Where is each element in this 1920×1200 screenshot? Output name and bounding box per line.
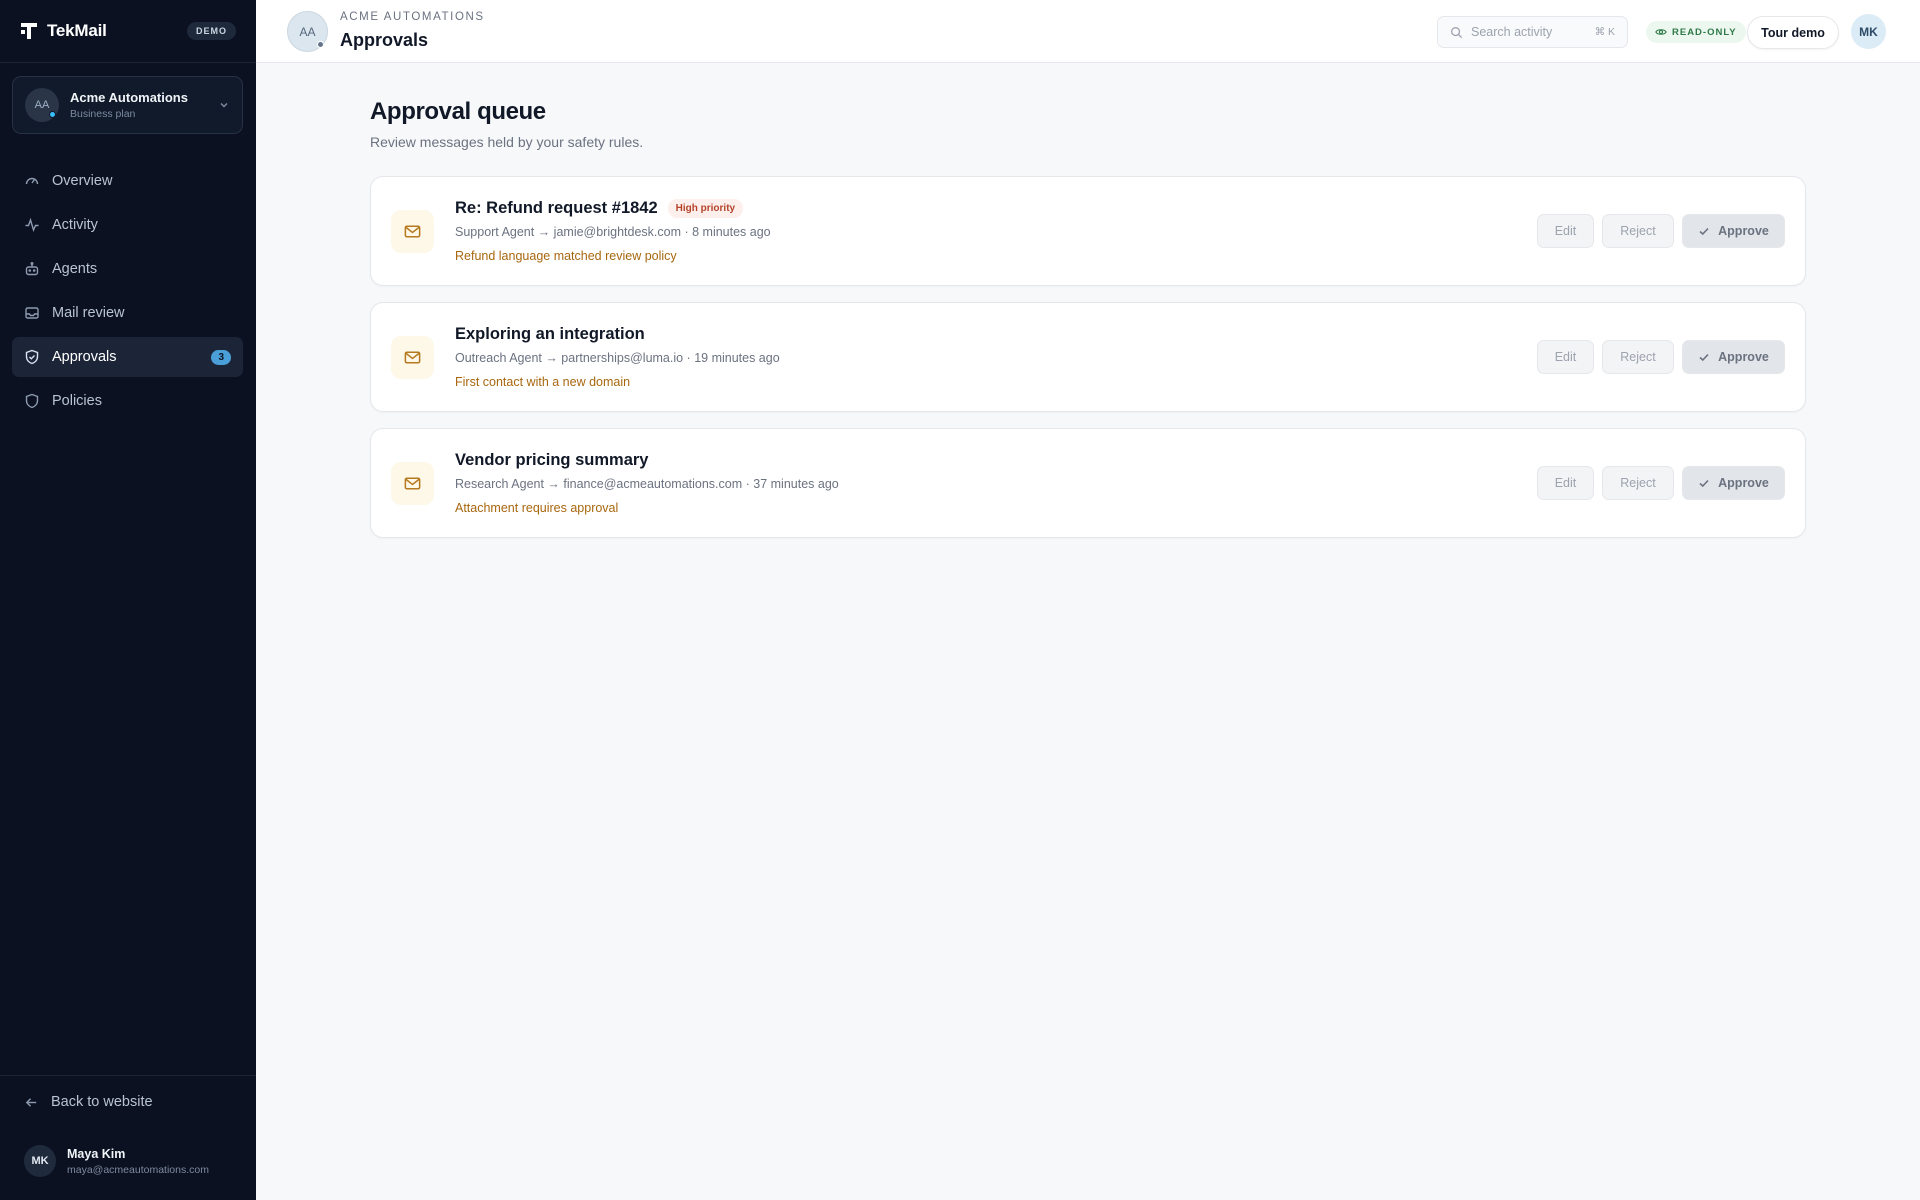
user-profile[interactable]: MK Maya Kim maya@acmeautomations.com	[24, 1145, 209, 1177]
approval-card: Vendor pricing summary Research Agent → …	[370, 428, 1806, 538]
message-meta: Support Agent → jamie@brightdesk.com · 8…	[455, 225, 771, 239]
workspace-plan: Business plan	[70, 108, 136, 120]
sidebar-item-label: Approvals	[52, 349, 117, 365]
hold-reason: Attachment requires approval	[455, 501, 619, 515]
mail-icon	[404, 477, 421, 490]
approve-label: Approve	[1718, 350, 1769, 364]
read-only-badge: READ-ONLY	[1646, 21, 1746, 43]
user-name: Maya Kim	[67, 1146, 126, 1161]
sidebar-nav: Overview Activity Agents Mail review App…	[12, 161, 243, 425]
message-subject: Re: Refund request #1842	[455, 199, 658, 217]
approve-label: Approve	[1718, 476, 1769, 490]
reject-button[interactable]: Reject	[1602, 340, 1674, 374]
sidebar-item-mail-review[interactable]: Mail review	[12, 293, 243, 333]
approve-label: Approve	[1718, 224, 1769, 238]
approve-button[interactable]: Approve	[1682, 466, 1785, 500]
approval-queue: Re: Refund request #1842 High priority S…	[370, 176, 1806, 554]
workspace-name: Acme Automations	[70, 90, 188, 105]
org-label: ACME AUTOMATIONS	[340, 11, 485, 23]
message-subject: Exploring an integration	[455, 325, 645, 343]
workspace-avatar: AA	[25, 88, 59, 122]
search-placeholder: Search activity	[1471, 25, 1553, 39]
brand: TekMail DEMO	[0, 0, 256, 63]
hold-reason: Refund language matched review policy	[455, 249, 677, 263]
page-title: Approvals	[340, 30, 429, 50]
mail-icon-tile	[391, 210, 434, 253]
check-icon	[1699, 227, 1709, 236]
back-to-website-link[interactable]: Back to website	[24, 1094, 153, 1110]
sidebar-item-label: Mail review	[52, 305, 125, 321]
topbar: AA ACME AUTOMATIONS Approvals Search act…	[256, 0, 1920, 63]
search-icon	[1451, 26, 1463, 38]
check-icon	[1699, 479, 1709, 488]
shield-icon	[25, 393, 39, 409]
activity-icon	[25, 217, 39, 233]
inbox-icon	[25, 307, 39, 319]
mail-icon-tile	[391, 336, 434, 379]
reject-button[interactable]: Reject	[1602, 466, 1674, 500]
workspace-initials: AA	[34, 99, 50, 111]
sidebar-item-overview[interactable]: Overview	[12, 161, 243, 201]
workspace-status-dot	[49, 111, 56, 118]
approve-button[interactable]: Approve	[1682, 214, 1785, 248]
edit-button[interactable]: Edit	[1537, 214, 1594, 248]
arrow-left-icon	[25, 1097, 37, 1107]
hold-reason: First contact with a new domain	[455, 375, 631, 389]
eye-icon	[1655, 29, 1667, 35]
sidebar-item-label: Policies	[52, 393, 102, 409]
message-meta: Outreach Agent → partnerships@luma.io · …	[455, 351, 780, 365]
sidebar-item-agents[interactable]: Agents	[12, 249, 243, 289]
sidebar-item-approvals[interactable]: Approvals 3	[12, 337, 243, 377]
queue-header: Approval queue Review messages held by y…	[370, 98, 643, 150]
priority-badge: High priority	[667, 199, 744, 218]
read-only-label: READ-ONLY	[1672, 26, 1737, 38]
bot-icon	[25, 262, 39, 276]
edit-button[interactable]: Edit	[1537, 340, 1594, 374]
chevron-down-icon	[220, 102, 228, 108]
brand-name: TekMail	[47, 21, 107, 40]
mail-icon	[404, 225, 421, 238]
sidebar-item-label: Agents	[52, 261, 98, 277]
sidebar: TekMail DEMO AA Acme Automations Busines…	[0, 0, 256, 1200]
approvals-count-badge: 3	[211, 349, 231, 365]
edit-button[interactable]: Edit	[1537, 466, 1594, 500]
user-email: maya@acmeautomations.com	[67, 1163, 209, 1176]
message-meta: Research Agent → finance@acmeautomations…	[455, 477, 839, 491]
check-icon	[1699, 353, 1709, 362]
queue-title: Approval queue	[370, 98, 546, 125]
demo-badge: DEMO	[187, 22, 236, 40]
tekmail-logo-icon	[21, 23, 37, 39]
queue-subtitle: Review messages held by your safety rule…	[370, 134, 644, 150]
sidebar-item-activity[interactable]: Activity	[12, 205, 243, 245]
avatar: MK	[24, 1145, 56, 1177]
sidebar-item-label: Overview	[52, 173, 113, 189]
approve-button[interactable]: Approve	[1682, 340, 1785, 374]
gauge-icon	[25, 177, 39, 185]
tour-demo-button[interactable]: Tour demo	[1747, 16, 1839, 49]
avatar[interactable]: MK	[1851, 14, 1886, 49]
sidebar-footer: Back to website MK Maya Kim maya@acmeaut…	[0, 1075, 256, 1200]
sidebar-item-policies[interactable]: Policies	[12, 381, 243, 421]
message-subject: Vendor pricing summary	[455, 451, 649, 469]
workspace-switcher[interactable]: AA Acme Automations Business plan	[12, 76, 243, 134]
back-to-website-label: Back to website	[51, 1094, 153, 1110]
sidebar-item-label: Activity	[52, 217, 98, 233]
search-shortcut: ⌘ K	[1594, 26, 1615, 38]
org-status-dot	[317, 41, 324, 48]
reject-button[interactable]: Reject	[1602, 214, 1674, 248]
approval-card: Exploring an integration Outreach Agent …	[370, 302, 1806, 412]
approval-card: Re: Refund request #1842 High priority S…	[370, 176, 1806, 286]
mail-icon-tile	[391, 462, 434, 505]
mail-icon	[404, 351, 421, 364]
org-initials: AA	[299, 24, 316, 39]
search-input[interactable]: Search activity ⌘ K	[1437, 16, 1628, 48]
shield-check-icon	[25, 349, 39, 365]
org-avatar: AA	[287, 11, 328, 52]
